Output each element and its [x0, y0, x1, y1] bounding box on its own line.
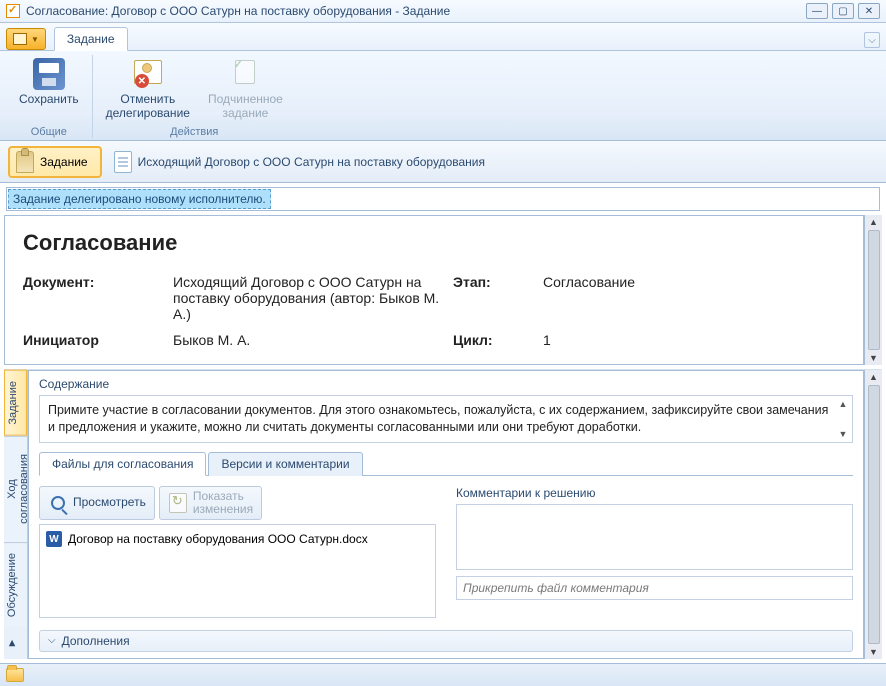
ribbon-tab-strip: ▼ Задание ⌵ [0, 23, 886, 51]
expand-additions-label: Дополнения [62, 634, 130, 648]
preview-label: Просмотреть [73, 496, 146, 509]
side-tab-task[interactable]: Задание [4, 370, 27, 436]
cancel-delegation-icon: ✕ [132, 58, 164, 90]
save-icon [33, 58, 65, 90]
lower-panel: Задание Ход согласования Обсуждение ▼ Со… [4, 369, 882, 659]
content-text: Примите участие в согласовании документо… [48, 403, 828, 434]
window-title: Согласование: Договор с ООО Сатурн на по… [26, 4, 806, 18]
side-tab-more[interactable]: ▼ [4, 627, 27, 659]
maximize-button[interactable]: ▢ [832, 3, 854, 19]
book-icon [13, 33, 27, 45]
label-document: Документ: [23, 274, 173, 322]
scroll-down-icon[interactable]: ▼ [869, 647, 878, 657]
collapse-ribbon-button[interactable]: ⌵ [864, 32, 880, 48]
sub-task-icon [229, 58, 261, 90]
magnifier-icon [48, 493, 68, 513]
task-tab-label: Задание [40, 155, 88, 169]
form-panel: Согласование Документ: Исходящий Договор… [4, 215, 864, 365]
scroll-down-icon[interactable]: ▼ [869, 353, 878, 363]
value-cycle: 1 [543, 332, 845, 348]
changes-icon [168, 493, 188, 513]
save-label: Сохранить [19, 93, 79, 107]
inner-tabs: Файлы для согласования Версии и коммента… [39, 451, 853, 476]
scroll-up-icon[interactable]: ▲ [839, 398, 848, 410]
file-menu-button[interactable]: ▼ [6, 28, 46, 50]
lower-body: Содержание Примите участие в согласовани… [28, 370, 864, 659]
form-meta: Документ: Исходящий Договор с ООО Сатурн… [23, 274, 845, 348]
info-bar-text: Задание делегировано новому исполнителю. [8, 189, 271, 209]
sub-task-button: Подчиненное задание [203, 55, 288, 124]
ribbon-group-actions-label: Действия [101, 124, 288, 138]
app-icon [6, 4, 20, 18]
preview-button[interactable]: Просмотреть [39, 486, 155, 520]
inner-tab-files[interactable]: Файлы для согласования [39, 452, 206, 476]
info-bar: Задание делегировано новому исполнителю. [6, 187, 880, 211]
chevron-down-icon: ⌵ [48, 635, 56, 646]
side-tab-flow[interactable]: Ход согласования [4, 436, 27, 542]
form-heading: Согласование [23, 230, 845, 256]
label-initiator: Инициатор [23, 332, 173, 348]
file-list: W Договор на поставку оборудования ООО С… [39, 524, 436, 617]
content-scrollbar[interactable]: ▲ ▼ [836, 398, 850, 440]
side-tabs: Задание Ход согласования Обсуждение ▼ [4, 370, 28, 659]
comment-textarea[interactable] [456, 504, 853, 570]
status-bar [0, 663, 886, 686]
comment-panel: Комментарии к решению Прикрепить файл ко… [456, 486, 853, 618]
inner-tab-body: Просмотреть Показать изменения W Договор… [29, 476, 863, 628]
document-icon [114, 151, 132, 173]
scroll-thumb[interactable] [868, 230, 880, 350]
value-document: Исходящий Договор с ООО Сатурн на постав… [173, 274, 453, 322]
content-label: Содержание [29, 371, 863, 395]
value-initiator: Быков М. А. [173, 332, 453, 348]
show-changes-label-2: изменения [193, 503, 253, 516]
value-stage: Согласование [543, 274, 845, 322]
form-scrollbar[interactable]: ▲ ▼ [864, 215, 882, 365]
cancel-delegation-label-2: делегирование [106, 107, 190, 121]
scroll-thumb[interactable] [868, 385, 880, 644]
show-changes-label-1: Показать [193, 490, 253, 503]
attach-file-button[interactable]: Прикрепить файл комментария [456, 576, 853, 600]
chevron-down-icon: ▼ [31, 35, 39, 44]
cancel-delegation-label-1: Отменить [120, 93, 175, 107]
task-tab-button[interactable]: Задание [8, 146, 102, 178]
folder-icon[interactable] [6, 668, 24, 682]
file-name: Договор на поставку оборудования ООО Сат… [68, 532, 368, 546]
file-row[interactable]: W Договор на поставку оборудования ООО С… [44, 529, 431, 549]
sub-task-label-1: Подчиненное [208, 93, 283, 107]
close-button[interactable]: ✕ [858, 3, 880, 19]
label-cycle: Цикл: [453, 332, 543, 348]
save-button[interactable]: Сохранить [14, 55, 84, 110]
lower-scrollbar[interactable]: ▲ ▼ [864, 370, 882, 659]
ribbon-group-general-label: Общие [14, 124, 84, 138]
document-link-text: Исходящий Договор с ООО Сатурн на постав… [138, 155, 485, 169]
scroll-up-icon[interactable]: ▲ [869, 217, 878, 227]
cancel-delegation-button[interactable]: ✕ Отменить делегирование [101, 55, 195, 124]
file-panel: Просмотреть Показать изменения W Договор… [39, 486, 436, 618]
minimize-button[interactable]: — [806, 3, 828, 19]
inner-tab-versions[interactable]: Версии и комментарии [208, 452, 362, 476]
ribbon-group-general: Сохранить Общие [6, 55, 93, 138]
expand-additions[interactable]: ⌵ Дополнения [39, 630, 853, 652]
clipboard-icon [16, 151, 34, 173]
side-tab-discussion[interactable]: Обсуждение [4, 542, 27, 627]
ribbon-group-actions: ✕ Отменить делегирование Подчиненное зад… [93, 55, 296, 138]
scroll-down-icon[interactable]: ▼ [839, 428, 848, 440]
subheader: Задание Исходящий Договор с ООО Сатурн н… [0, 141, 886, 183]
content-textarea[interactable]: Примите участие в согласовании документо… [39, 395, 853, 443]
ribbon-tab-task[interactable]: Задание [54, 27, 128, 51]
scroll-up-icon[interactable]: ▲ [869, 372, 878, 382]
title-bar: Согласование: Договор с ООО Сатурн на по… [0, 0, 886, 23]
document-link[interactable]: Исходящий Договор с ООО Сатурн на постав… [114, 151, 485, 173]
sub-task-label-2: задание [222, 107, 268, 121]
label-stage: Этап: [453, 274, 543, 322]
word-icon: W [46, 531, 62, 547]
ribbon: Сохранить Общие ✕ Отменить делегирование… [0, 51, 886, 141]
show-changes-button: Показать изменения [159, 486, 262, 520]
comments-label: Комментарии к решению [456, 486, 853, 504]
